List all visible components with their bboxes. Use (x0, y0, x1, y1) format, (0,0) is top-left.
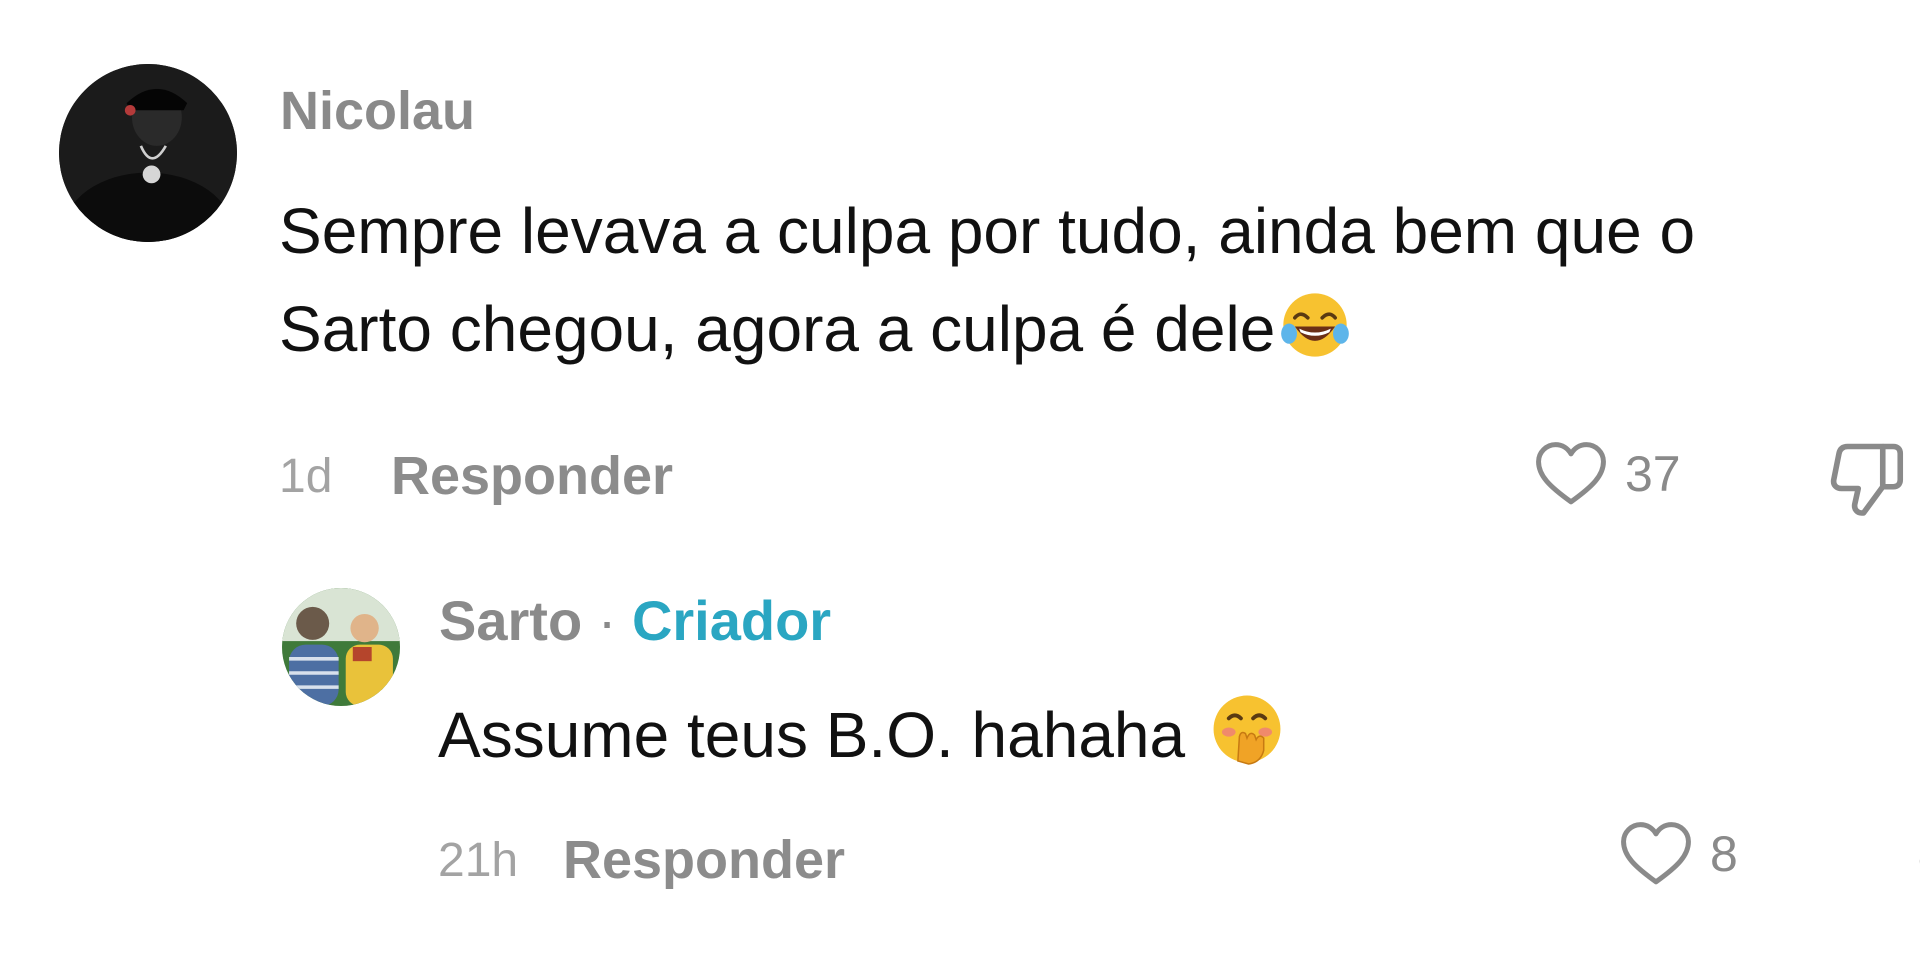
heart-icon (1536, 442, 1606, 505)
like-count: 8 (1710, 826, 1738, 882)
avatar-photo (282, 588, 400, 706)
separator: · (597, 589, 617, 652)
comment-author[interactable]: Sarto (439, 589, 582, 652)
thumbs-down-icon (1830, 443, 1904, 516)
comment-meta: 1d Responder 37 (279, 436, 1904, 516)
like-button[interactable]: 37 (1533, 440, 1681, 508)
comment-meta: 21h Responder 8 (438, 820, 1920, 900)
comment-text-body: Assume teus B.O. hahaha (438, 699, 1186, 771)
like-button[interactable]: 8 (1618, 820, 1738, 888)
heart-icon (1621, 822, 1691, 885)
comment: Nicolau Sempre levava a culpa por tudo, … (59, 64, 1904, 516)
reply-comment: Sarto · Criador Assume teus B.O. hahaha … (282, 588, 1920, 948)
avatar-photo (59, 64, 237, 242)
comment-time: 1d (279, 449, 333, 503)
comment-author-line: Sarto · Criador (439, 588, 831, 653)
tears-of-joy-emoji (1279, 289, 1351, 388)
comment-text: Assume teus B.O. hahaha (438, 686, 1738, 794)
comment-text-body: Sempre levava a culpa por tudo, ainda be… (279, 195, 1696, 365)
comment-text: Sempre levava a culpa por tudo, ainda be… (279, 182, 1799, 388)
comment-author[interactable]: Nicolau (280, 80, 475, 142)
reply-button[interactable]: Responder (563, 829, 845, 891)
comment-time: 21h (438, 833, 519, 887)
avatar[interactable] (59, 64, 237, 242)
avatar[interactable] (282, 588, 400, 706)
dislike-button[interactable] (1914, 816, 1920, 905)
face-with-hand-over-mouth-emoji (1209, 691, 1285, 794)
creator-badge: Criador (631, 589, 832, 652)
reply-button[interactable]: Responder (391, 445, 673, 507)
dislike-button[interactable] (1825, 436, 1909, 525)
thumbs-down-icon (1919, 859, 1920, 864)
like-count: 37 (1625, 446, 1681, 502)
